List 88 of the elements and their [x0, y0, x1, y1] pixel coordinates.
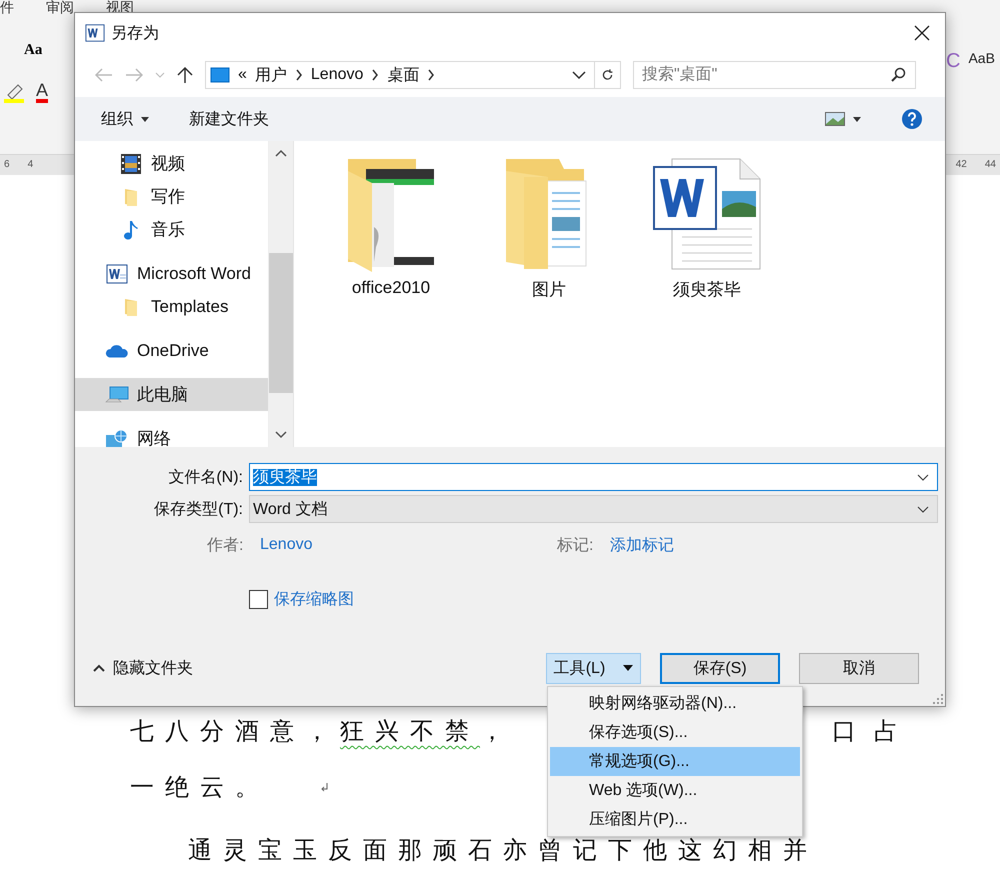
nav-item[interactable]: 写作: [75, 180, 268, 213]
chevron-right-icon: [371, 69, 380, 81]
nav-item[interactable]: 此电脑: [75, 378, 268, 411]
style-preview-text: C: [946, 50, 960, 74]
breadcrumb[interactable]: 桌面: [387, 64, 420, 86]
music-note-icon: [122, 218, 140, 240]
body-text: 一绝云。: [130, 772, 270, 803]
help-button[interactable]: [901, 108, 923, 130]
highlighter-icon[interactable]: [4, 83, 26, 103]
view-options-button[interactable]: [825, 112, 861, 126]
menu-tab[interactable]: 件: [0, 0, 14, 20]
chevron-right-icon: [427, 69, 436, 81]
scroll-up-icon[interactable]: [275, 149, 287, 157]
cloud-icon: [105, 342, 129, 358]
menu-item[interactable]: 压缩图片(P)...: [550, 805, 800, 834]
organize-button[interactable]: 组织: [101, 108, 149, 130]
word-icon: [85, 23, 105, 43]
nav-item[interactable]: 网络: [75, 422, 268, 447]
body-text: ，: [480, 716, 515, 747]
menu-item[interactable]: 常规选项(G)...: [550, 747, 800, 776]
checkbox[interactable]: [249, 590, 268, 609]
file-name[interactable]: 须臾茶毕: [673, 278, 741, 301]
caret-down-icon: [853, 116, 861, 122]
filename-field[interactable]: 须臾茶毕: [249, 463, 938, 491]
field-label: 保存类型(T):: [153, 500, 244, 520]
menu-item[interactable]: Web 选项(W)...: [550, 776, 800, 805]
nav-item[interactable]: OneDrive: [75, 334, 268, 367]
window-title: 另存为: [111, 24, 160, 44]
add-tags-link[interactable]: 添加标记: [610, 534, 674, 556]
style-preview-text: AaB: [968, 50, 995, 68]
address-bar[interactable]: « 用户 Lenovo 桌面: [205, 61, 621, 89]
computer-icon: [105, 384, 129, 404]
field-label: 作者:: [207, 536, 244, 556]
body-text: 口占: [832, 716, 916, 747]
body-text: 通灵宝玉反面那顽石亦曾记下他这幻相并: [188, 835, 818, 866]
change-case-button[interactable]: Aa: [0, 42, 74, 59]
field-label: 标记:: [557, 536, 594, 556]
caret-down-icon: [623, 665, 634, 671]
picture-icon: [825, 112, 845, 126]
overflow-text: «: [238, 66, 247, 84]
chevron-up-icon: [93, 664, 105, 672]
nav-item[interactable]: Templates: [75, 290, 268, 323]
search-icon: [890, 67, 906, 83]
chevron-right-icon: [294, 69, 303, 81]
ruler-number: 42: [956, 158, 967, 172]
file-name[interactable]: 图片: [532, 278, 566, 301]
field-label: 文件名(N):: [167, 468, 244, 488]
chevron-down-icon: [917, 474, 929, 480]
breadcrumb[interactable]: 用户: [254, 64, 287, 86]
word-document-icon: [652, 157, 762, 272]
font-color-button[interactable]: A: [36, 81, 48, 103]
nav-item[interactable]: 视频: [75, 147, 268, 180]
help-icon: [901, 108, 923, 130]
file-name[interactable]: office2010: [352, 278, 430, 298]
chevron-down-icon[interactable]: [572, 71, 586, 79]
cancel-button[interactable]: 取消: [799, 652, 919, 684]
paragraph-mark-icon: [320, 782, 329, 792]
folder-icon: [124, 186, 138, 206]
ruler-number: 6: [4, 158, 10, 172]
scroll-down-icon[interactable]: [275, 431, 287, 439]
menu-item[interactable]: 保存选项(S)...: [550, 718, 800, 747]
film-icon: [120, 152, 142, 174]
caret-down-icon: [141, 116, 149, 122]
ruler-number: 44: [984, 158, 996, 172]
menu-tab[interactable]: 审阅: [46, 0, 74, 20]
ruler-number: 4: [28, 158, 34, 172]
search-field[interactable]: 搜索"桌面": [633, 61, 916, 89]
folder-icon: [124, 296, 138, 316]
chevron-down-icon: [917, 506, 929, 512]
desktop-icon: [210, 67, 230, 83]
hide-folders-button[interactable]: 隐藏文件夹: [87, 656, 199, 680]
file-type-dropdown[interactable]: Word 文档: [249, 495, 938, 523]
author-link[interactable]: Lenovo: [260, 536, 557, 554]
checkbox-label[interactable]: 保存缩略图: [274, 589, 354, 610]
nav-item[interactable]: Microsoft Word: [75, 257, 268, 290]
save-button[interactable]: 保存(S): [660, 652, 780, 684]
menu-item[interactable]: 映射网络驱动器(N)...: [550, 689, 800, 718]
resize-grip-icon: [933, 694, 943, 704]
breadcrumb[interactable]: Lenovo: [310, 66, 364, 84]
scrollbar[interactable]: [269, 141, 293, 447]
new-folder-button[interactable]: 新建文件夹: [189, 108, 269, 130]
body-text: 七八分酒意，: [130, 716, 340, 747]
word-icon: [106, 262, 128, 284]
nav-item[interactable]: 音乐: [75, 213, 268, 246]
folder-with-documents-icon: [346, 157, 436, 272]
close-icon: [914, 25, 930, 41]
tools-menu-button[interactable]: 工具(L): [546, 652, 641, 684]
flagged-text: 狂兴不禁: [340, 716, 480, 747]
